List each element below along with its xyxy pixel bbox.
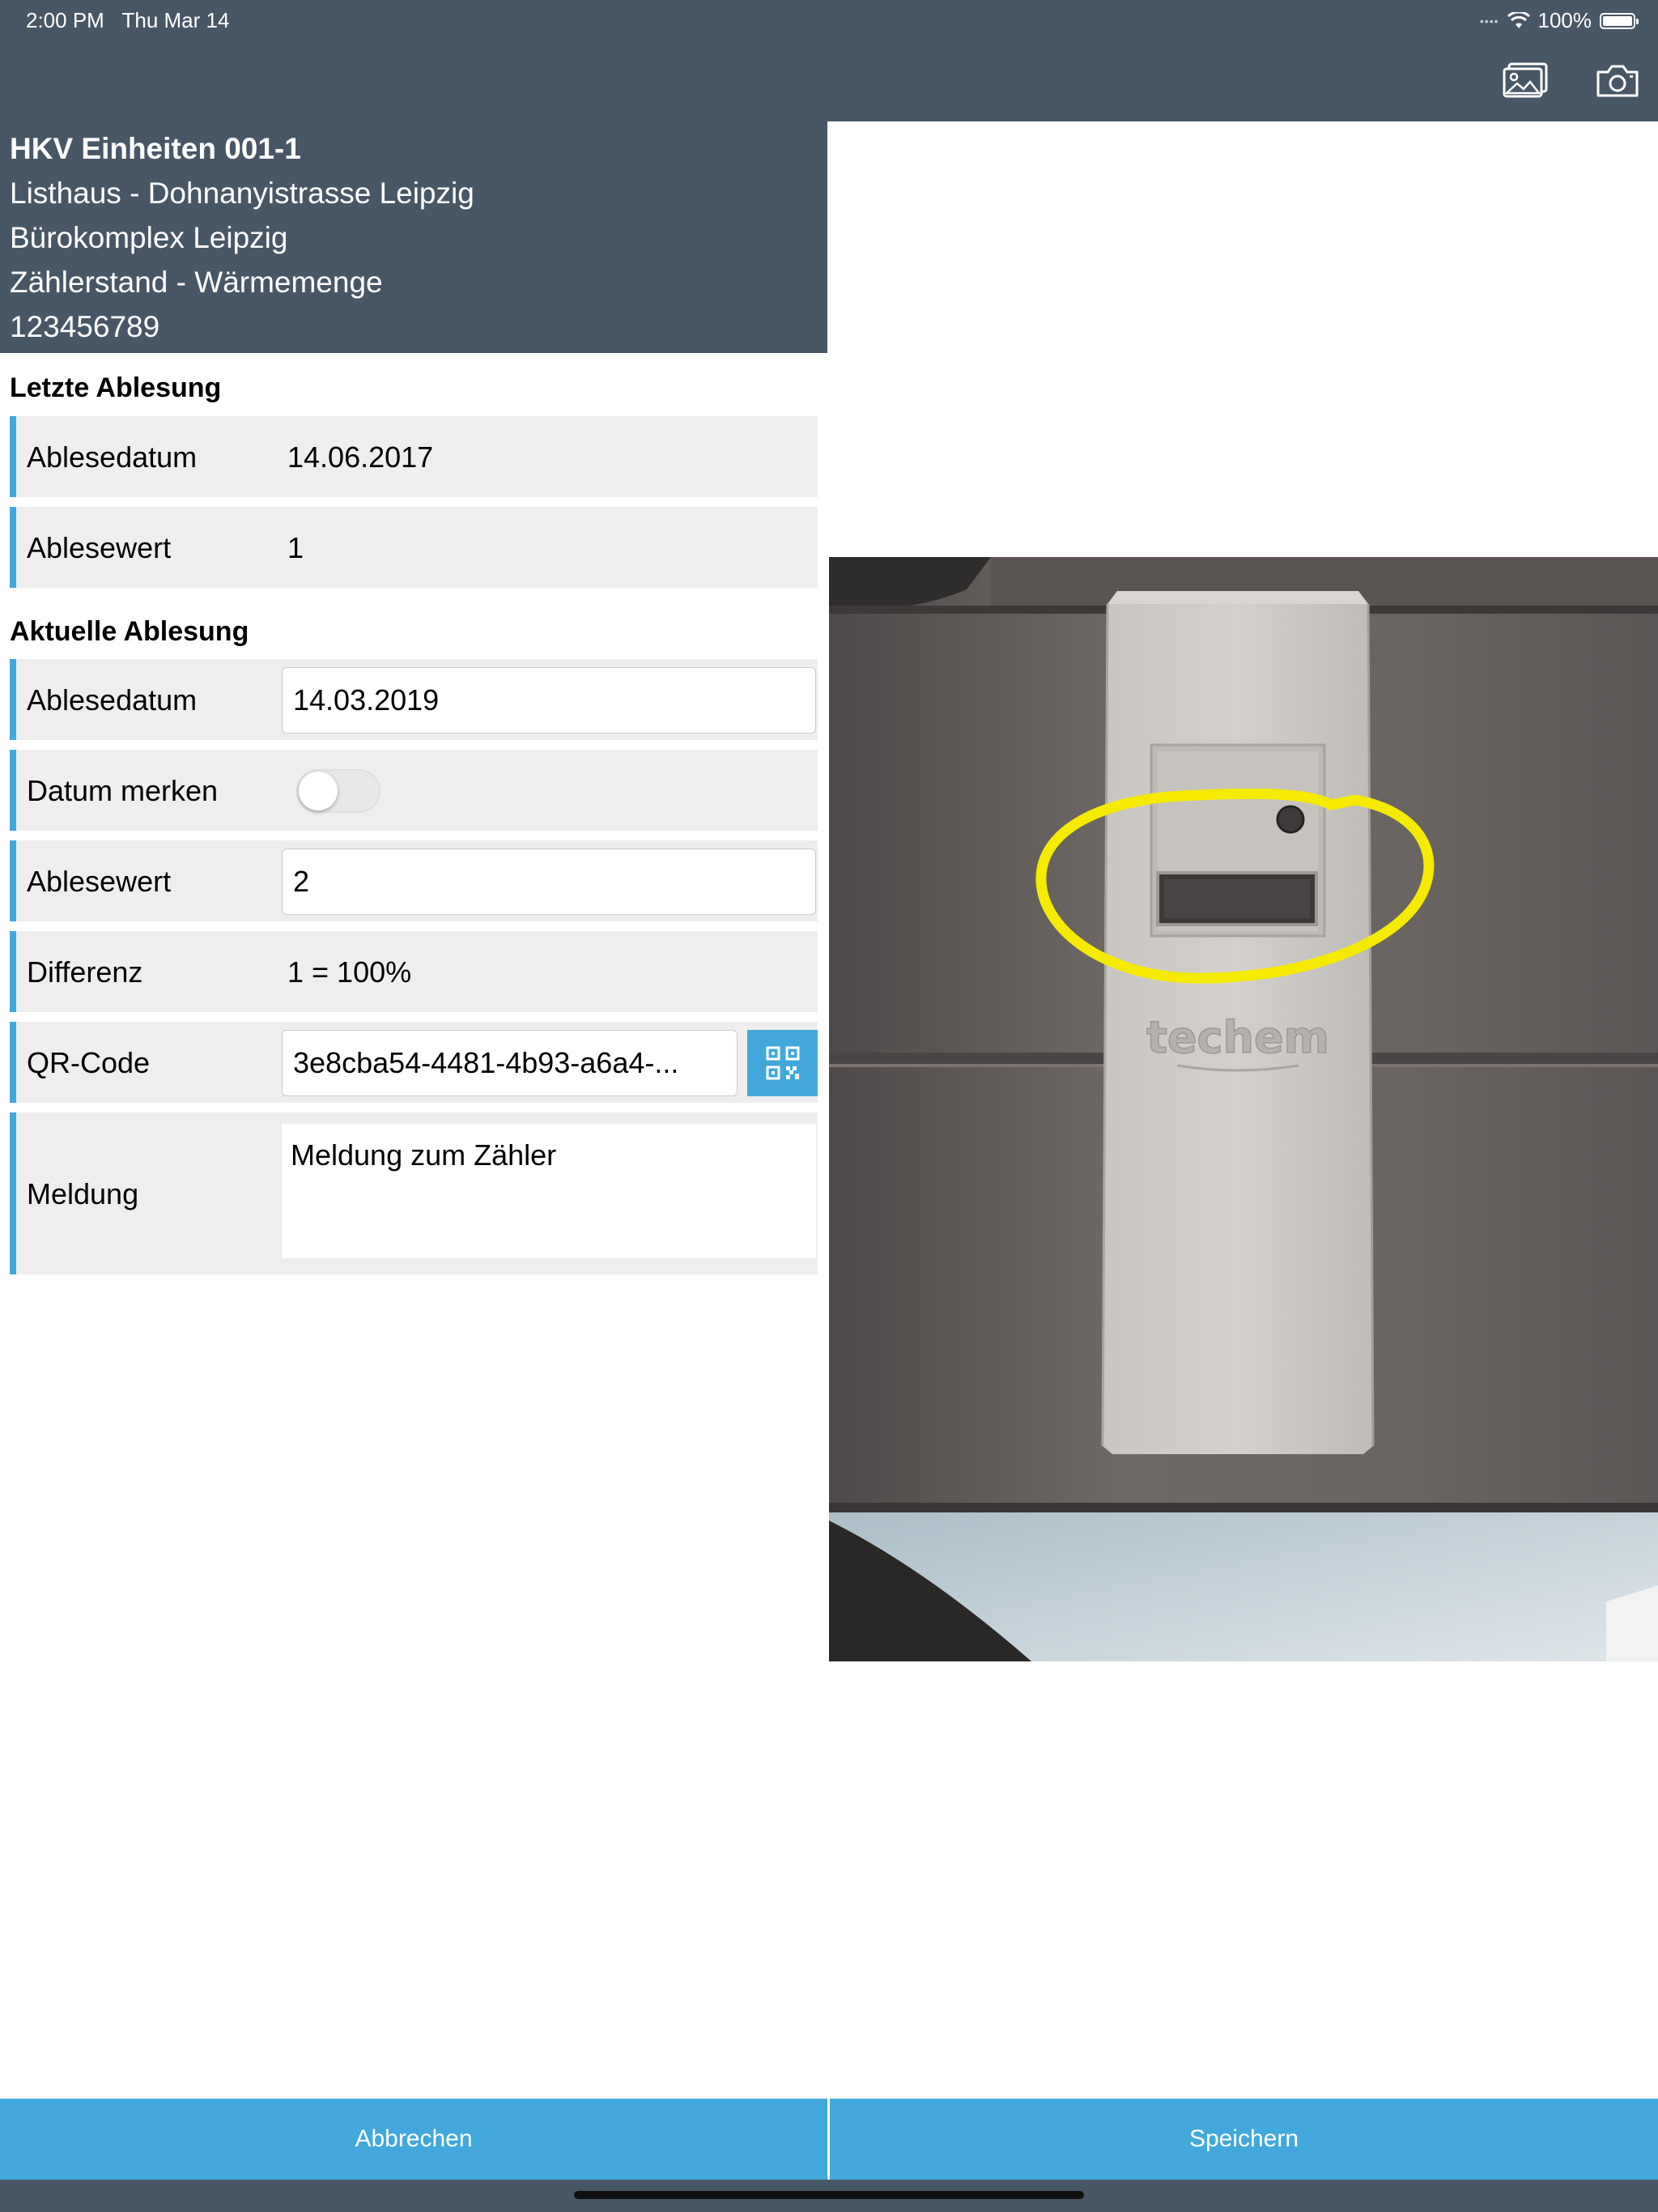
message-label: Meldung <box>27 1177 139 1210</box>
qr-code-row: QR-Code 3e8cba54-4481-4b93-a6a4-... <box>10 1022 818 1103</box>
remember-date-label: Datum merken <box>27 774 219 807</box>
wifi-icon <box>1507 11 1530 28</box>
gallery-icon <box>1503 62 1548 98</box>
nav-bar <box>0 40 1658 121</box>
remember-date-toggle[interactable] <box>296 769 380 813</box>
meter-photo-illustration: techem <box>829 557 1658 1661</box>
last-reading-value-row: Ablesewert 1 <box>10 507 818 588</box>
battery-percent: 100% <box>1537 8 1592 32</box>
difference-row: Differenz 1 = 100% <box>10 931 818 1012</box>
status-date-text: Thu Mar 14 <box>121 8 230 32</box>
last-reading-date-label: Ablesedatum <box>27 440 198 474</box>
status-time-text: 2:00 PM <box>26 8 104 32</box>
building-name: Bürokomplex Leipzig <box>10 221 288 254</box>
current-date-label: Ablesedatum <box>27 683 198 717</box>
current-value-row: Ablesewert 2 <box>10 840 818 921</box>
camera-icon <box>1596 65 1639 97</box>
device-brand-text: techem <box>1146 1012 1329 1063</box>
battery-icon <box>1600 12 1639 29</box>
save-button[interactable]: Speichern <box>830 2099 1658 2180</box>
meter-info-header: HKV Einheiten 001-1 Listhaus - Dohnanyis… <box>0 121 827 353</box>
last-reading-date-value: 14.06.2017 <box>287 440 434 474</box>
last-reading-value-label: Ablesewert <box>27 531 172 564</box>
current-value-input[interactable]: 2 <box>282 849 816 915</box>
difference-value: 1 = 100% <box>287 955 412 989</box>
status-indicators: •••• 100% <box>1479 8 1639 33</box>
status-time: 2:00 PM Thu Mar 14 <box>26 8 229 33</box>
meter-type: Zählerstand - Wärmemenge <box>10 266 383 299</box>
message-textarea[interactable]: Meldung zum Zähler <box>282 1124 816 1258</box>
meter-photo[interactable]: techem <box>829 557 1658 1661</box>
meter-number: 123456789 <box>10 310 160 343</box>
section-title-current-reading: Aktuelle Ablesung <box>10 616 249 647</box>
camera-button[interactable] <box>1593 57 1642 105</box>
status-bar: 2:00 PM Thu Mar 14 •••• 100% <box>0 0 1658 40</box>
gallery-button[interactable] <box>1501 57 1550 105</box>
current-date-input[interactable]: 14.03.2019 <box>282 667 816 734</box>
qr-scan-button[interactable] <box>747 1030 818 1096</box>
difference-label: Differenz <box>27 955 143 989</box>
meter-title: HKV Einheiten 001-1 <box>10 132 301 165</box>
signal-icon: •••• <box>1479 14 1499 28</box>
qr-code-input[interactable]: 3e8cba54-4481-4b93-a6a4-... <box>282 1030 738 1096</box>
home-bar <box>0 2180 1658 2212</box>
property-name: Listhaus - Dohnanyistrasse Leipzig <box>10 177 474 210</box>
last-reading-date-row: Ablesedatum 14.06.2017 <box>10 416 818 497</box>
message-row: Meldung Meldung zum Zähler <box>10 1112 818 1274</box>
remember-date-row: Datum merken <box>10 750 818 831</box>
qr-code-icon <box>766 1046 799 1080</box>
current-date-row: Ablesedatum 14.03.2019 <box>10 659 818 740</box>
cancel-button[interactable]: Abbrechen <box>0 2099 827 2180</box>
section-title-last-reading: Letzte Ablesung <box>10 372 222 403</box>
current-value-label: Ablesewert <box>27 865 172 898</box>
last-reading-value: 1 <box>287 531 304 564</box>
home-indicator[interactable] <box>574 2191 1084 2199</box>
toggle-knob <box>299 772 338 810</box>
qr-code-label: QR-Code <box>27 1046 151 1079</box>
